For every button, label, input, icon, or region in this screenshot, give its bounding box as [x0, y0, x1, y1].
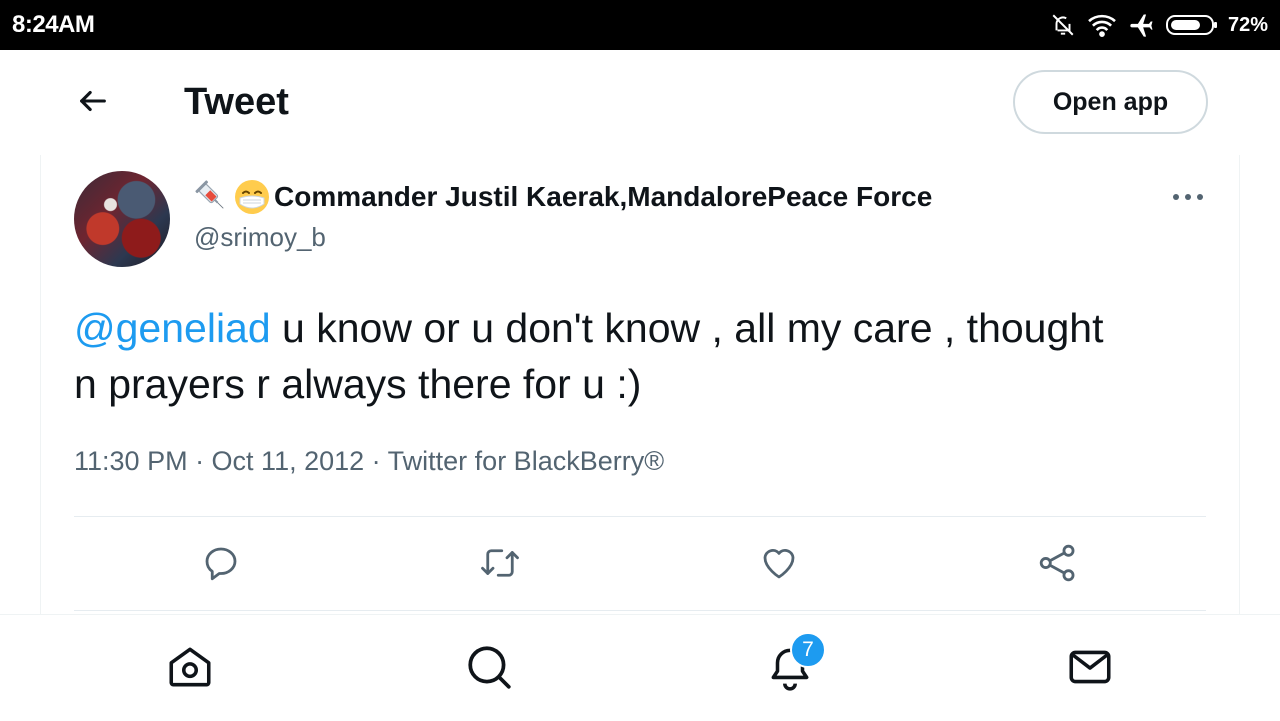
tweet-meta: 11:30 PM · Oct 11, 2012 · Twitter for Bl… [74, 446, 665, 476]
bell-off-icon [1050, 12, 1076, 38]
home-icon [165, 642, 215, 697]
retweet-button[interactable] [475, 540, 525, 590]
avatar[interactable] [74, 171, 170, 267]
divider [74, 610, 1206, 611]
reply-button[interactable] [196, 540, 246, 590]
nav-search[interactable] [461, 641, 517, 697]
share-icon [1037, 542, 1079, 589]
header: Tweet Open app [0, 50, 1280, 154]
battery-percent: 72% [1227, 13, 1268, 36]
face-with-mask-emoji [234, 179, 270, 215]
status-icons: 72% [1050, 11, 1268, 39]
reply-icon [200, 542, 242, 589]
author-display-name: Commander Justil Kaerak,MandalorePeace F… [274, 181, 933, 212]
wifi-icon [1086, 12, 1118, 38]
like-icon [758, 542, 800, 589]
status-time: 8:24AM [12, 11, 95, 38]
author-handle[interactable]: @srimoy_b [194, 222, 326, 253]
nav-messages[interactable] [1062, 641, 1118, 697]
share-button[interactable] [1033, 540, 1083, 590]
retweet-icon [477, 542, 523, 589]
notification-badge: 7 [790, 632, 826, 668]
more-dots-icon [1172, 188, 1204, 206]
back-button[interactable] [70, 80, 116, 126]
messages-icon [1065, 642, 1115, 697]
syringe-emoji [194, 179, 230, 215]
airplane-icon [1128, 11, 1156, 39]
nav-home[interactable] [162, 641, 218, 697]
arrow-left-icon [76, 84, 110, 123]
battery-icon [1165, 13, 1218, 37]
author-name-row[interactable]: Commander Justil Kaerak,MandalorePeace F… [194, 176, 932, 218]
status-bar: 8:24AM 72% [0, 0, 1280, 50]
tweet-text: @geneliad u know or u don't know , all m… [74, 300, 1134, 412]
bottom-nav [0, 614, 1280, 721]
page-title: Tweet [184, 81, 289, 123]
divider [74, 516, 1206, 517]
mention-link[interactable]: @geneliad [74, 305, 271, 351]
open-app-button[interactable]: Open app [1013, 70, 1208, 134]
more-options-button[interactable] [1166, 180, 1210, 214]
search-icon [464, 642, 514, 697]
like-button[interactable] [754, 540, 804, 590]
